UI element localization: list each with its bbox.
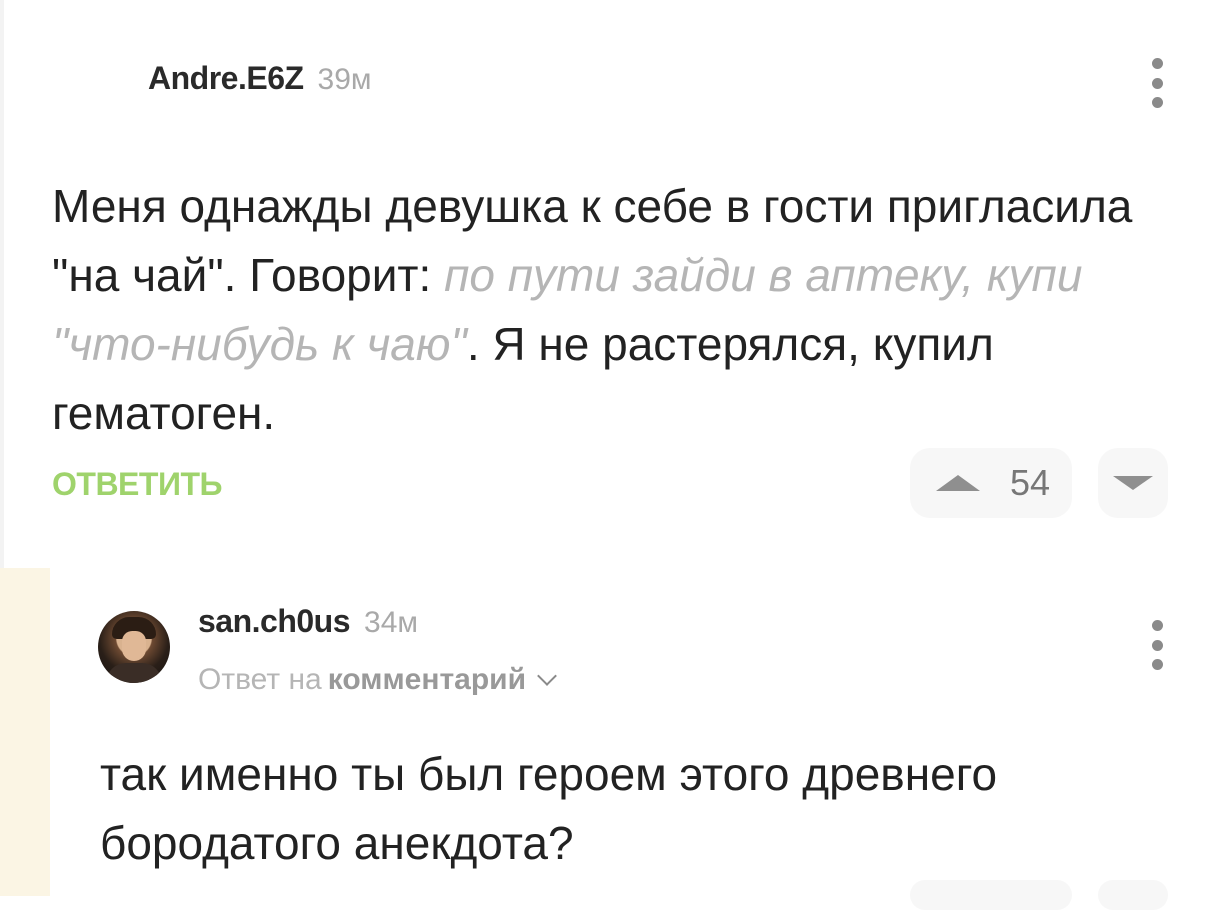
comment-author[interactable]: san.ch0us xyxy=(198,603,351,640)
comment-andre: Andre.E6Z 39м Меня однажды девушка к себ… xyxy=(0,0,1220,568)
comment-time: 34м xyxy=(364,606,419,639)
comment-san: san.ch0us 34м Ответ на комментарий так и… xyxy=(50,568,1220,896)
upvote-button-partial[interactable] xyxy=(910,880,1072,910)
comment-body: Меня однажды девушка к себе в гости приг… xyxy=(52,172,1162,448)
triangle-up-icon xyxy=(936,475,980,491)
rating-count: 54 xyxy=(1010,462,1051,503)
avatar[interactable] xyxy=(98,611,170,683)
more-vertical-icon[interactable] xyxy=(1145,58,1169,108)
thread-indent-gutter xyxy=(0,568,50,896)
upvote-button[interactable]: 54 xyxy=(910,448,1072,518)
reply-button[interactable]: ОТВЕТИТЬ xyxy=(52,466,222,503)
downvote-button-partial[interactable] xyxy=(1098,880,1168,910)
more-vertical-icon[interactable] xyxy=(1145,620,1169,670)
reply-to-link[interactable]: Ответ на комментарий xyxy=(198,663,557,697)
comment-author[interactable]: Andre.E6Z xyxy=(148,60,304,97)
comment-body: так именно ты был героем этого древнего … xyxy=(100,748,998,869)
reply-to-target: комментарий xyxy=(327,663,527,696)
reply-to-prefix: Ответ на xyxy=(198,663,322,696)
downvote-button[interactable] xyxy=(1098,448,1168,518)
triangle-down-icon xyxy=(1113,476,1153,490)
chevron-down-icon xyxy=(537,666,557,686)
comment-header: san.ch0us 34м xyxy=(198,603,418,640)
comment-header: Andre.E6Z 39м xyxy=(148,60,372,97)
comment-time: 39м xyxy=(317,63,372,96)
